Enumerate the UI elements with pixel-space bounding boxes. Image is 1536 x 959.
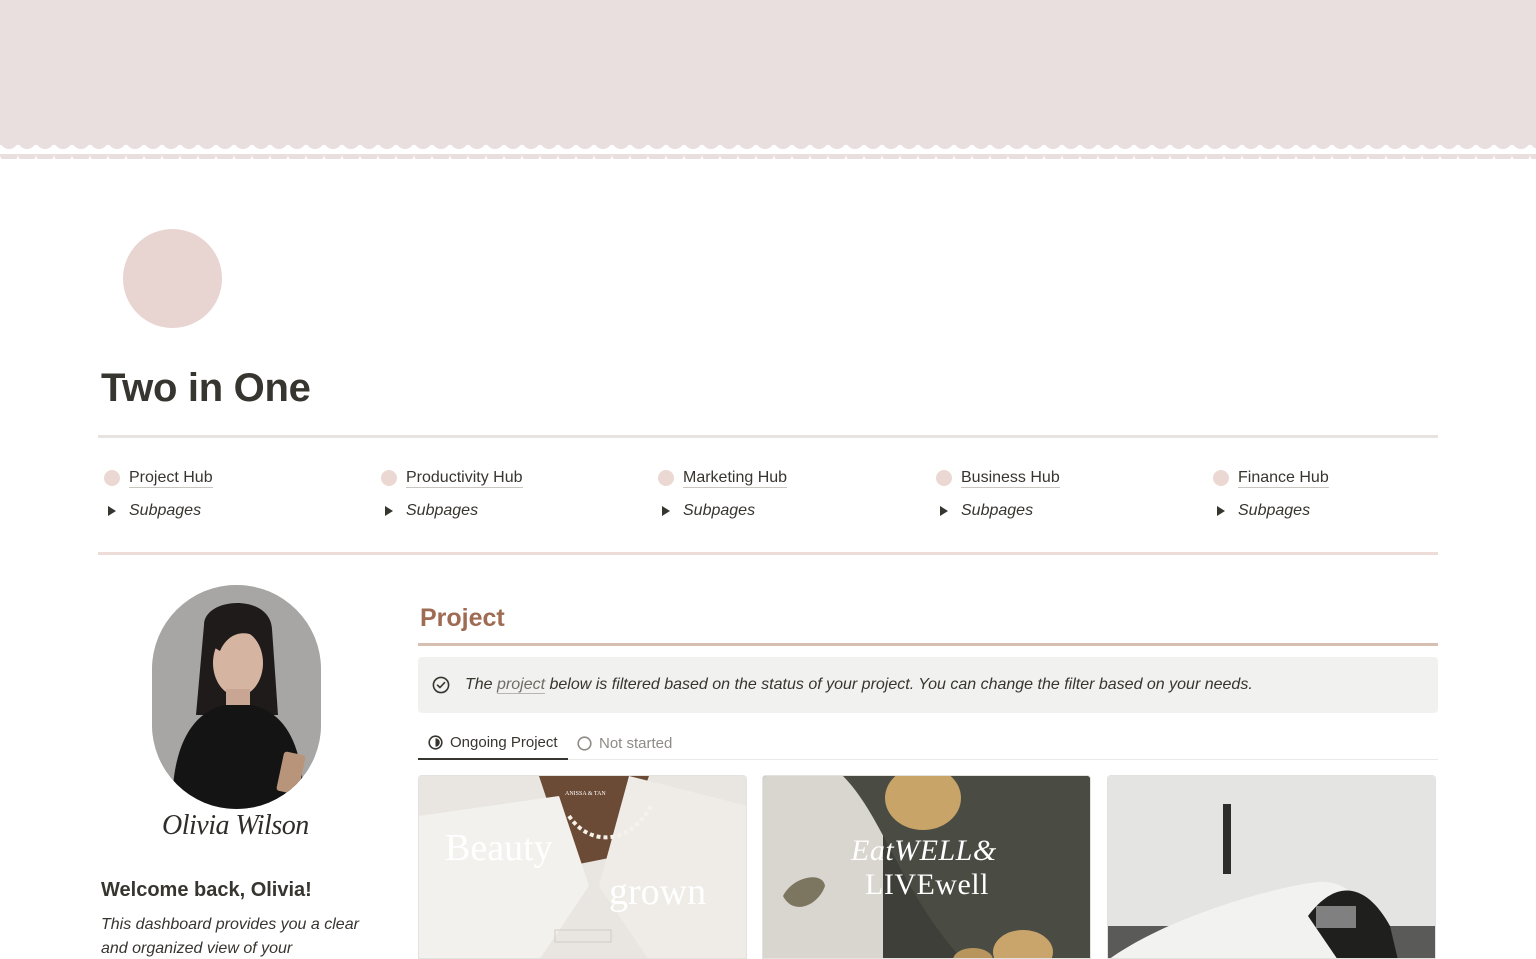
hub-project: Project Hub Subpages: [104, 466, 374, 523]
project-link[interactable]: project: [497, 676, 546, 694]
page-icon: [123, 229, 222, 328]
toggle-label: Subpages: [406, 502, 479, 519]
cover-banner: [0, 0, 1536, 159]
hub-navigation: Project Hub Subpages Productivity Hub Su…: [104, 466, 1444, 526]
check-circle-icon: [432, 676, 450, 694]
toggle-label: Subpages: [961, 502, 1034, 519]
project-card[interactable]: [1107, 775, 1436, 959]
dot-icon: [658, 470, 674, 486]
empty-circle-icon: [577, 736, 592, 751]
page-title: Two in One: [101, 366, 311, 410]
triangle-right-icon[interactable]: [940, 506, 948, 516]
callout-suffix: below is filtered based on the status of…: [545, 676, 1253, 693]
subpages-toggle[interactable]: Subpages: [1213, 499, 1483, 523]
tab-ongoing-project[interactable]: Ongoing Project: [418, 727, 568, 760]
dot-icon: [381, 470, 397, 486]
subpages-toggle[interactable]: Subpages: [658, 499, 928, 523]
toggle-label: Subpages: [683, 502, 756, 519]
profile-photo: [152, 585, 321, 809]
welcome-heading: Welcome back, Olivia!: [101, 879, 312, 901]
project-card[interactable]: EatWELL& LIVEwell: [762, 775, 1091, 959]
divider-top: [98, 435, 1438, 438]
toggle-label: Subpages: [1238, 502, 1311, 519]
card-title-line1: EatWELL&: [851, 834, 997, 867]
project-gallery: Beauty grown ANISSA & TAN EatWELL& LIVEw…: [418, 775, 1438, 959]
dot-icon: [1213, 470, 1229, 486]
card-title-line2: grown: [609, 871, 707, 913]
triangle-right-icon[interactable]: [385, 506, 393, 516]
tab-label: Ongoing Project: [450, 734, 558, 751]
signature: Olivia Wilson: [162, 810, 309, 841]
triangle-right-icon[interactable]: [662, 506, 670, 516]
project-rule: [418, 643, 1438, 646]
hub-productivity: Productivity Hub Subpages: [381, 466, 651, 523]
tab-label: Not started: [599, 735, 673, 752]
subpages-toggle[interactable]: Subpages: [381, 499, 651, 523]
divider-bottom: [98, 552, 1438, 555]
card-small-caption: ANISSA & TAN: [565, 791, 606, 797]
half-circle-icon: [428, 735, 443, 750]
toggle-label: Subpages: [129, 502, 202, 519]
intro-text: This dashboard provides you a clear and …: [101, 916, 359, 957]
callout-prefix: The: [465, 676, 498, 693]
triangle-right-icon[interactable]: [108, 506, 116, 516]
hub-link-productivity[interactable]: Productivity Hub: [406, 469, 523, 488]
tab-not-started[interactable]: Not started: [577, 727, 672, 760]
project-callout: The project below is filtered based on t…: [418, 657, 1438, 713]
hub-finance: Finance Hub Subpages: [1213, 466, 1483, 523]
hub-link-finance[interactable]: Finance Hub: [1238, 469, 1329, 488]
hub-link-business[interactable]: Business Hub: [961, 469, 1060, 488]
callout-text: The project below is filtered based on t…: [465, 676, 1253, 694]
hub-business: Business Hub Subpages: [936, 466, 1206, 523]
subpages-toggle[interactable]: Subpages: [104, 499, 374, 523]
triangle-right-icon[interactable]: [1217, 506, 1225, 516]
subpages-toggle[interactable]: Subpages: [936, 499, 1206, 523]
view-tabs: Ongoing Project Not started: [418, 727, 1438, 760]
hub-marketing: Marketing Hub Subpages: [658, 466, 928, 523]
project-card[interactable]: Beauty grown ANISSA & TAN: [418, 775, 747, 959]
project-heading: Project: [420, 604, 505, 632]
dot-icon: [936, 470, 952, 486]
card-title-line1: Beauty: [445, 827, 553, 869]
card-title-line2: LIVEwell: [865, 868, 989, 901]
card-cover-image: [1108, 776, 1435, 958]
dot-icon: [104, 470, 120, 486]
hub-link-marketing[interactable]: Marketing Hub: [683, 469, 788, 488]
hub-link-project[interactable]: Project Hub: [129, 469, 213, 488]
